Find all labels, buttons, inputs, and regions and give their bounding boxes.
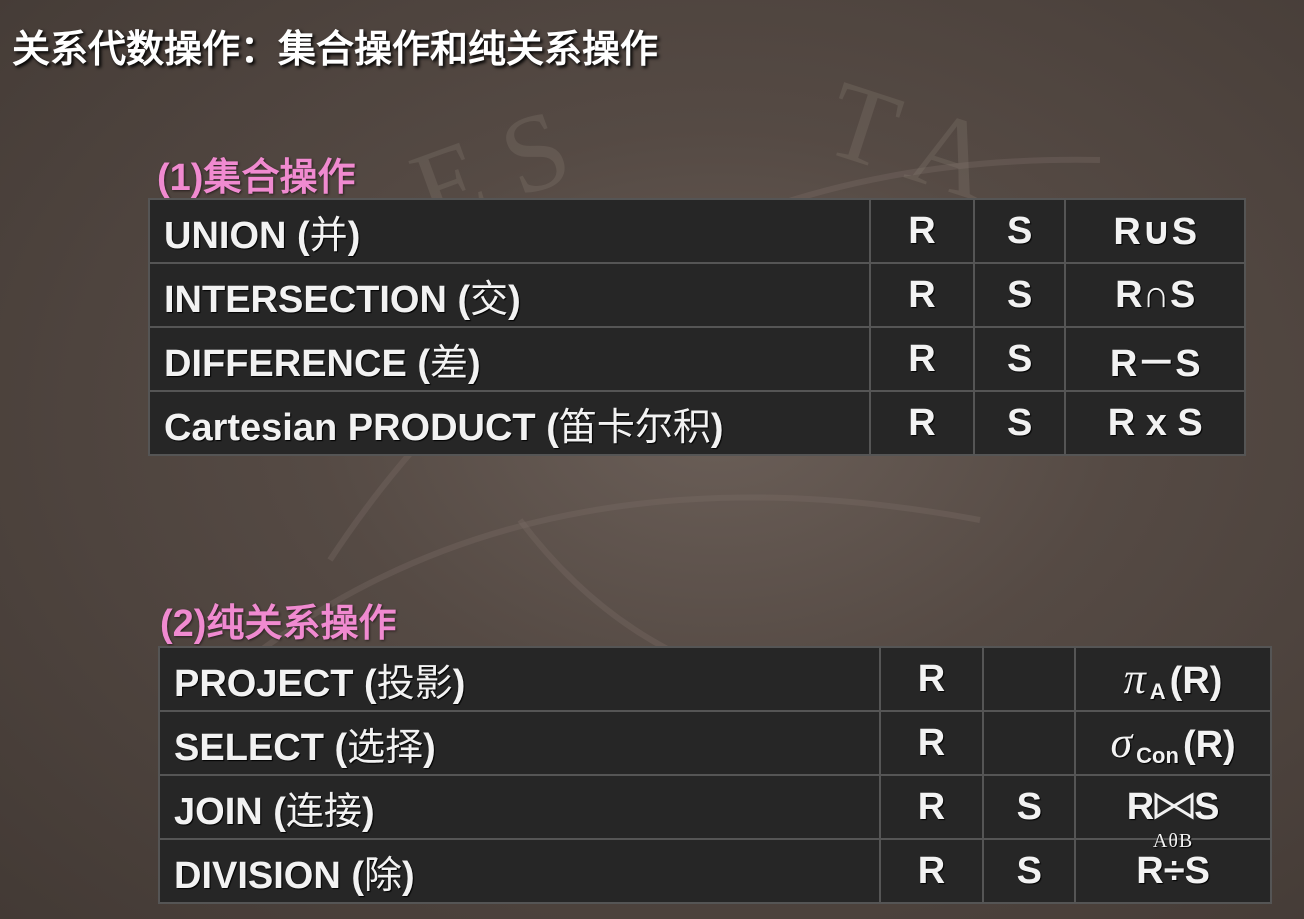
operand-a: R (869, 390, 975, 456)
table-row: DIVISION (除) R S R÷S (158, 838, 1272, 904)
operand-a: R (878, 774, 985, 840)
operand-b: S (972, 262, 1067, 328)
op-name-cell: SELECT (选择) (158, 710, 881, 776)
op-name-cell: INTERSECTION (交) (147, 262, 872, 328)
set-ops-table: UNION (并) R S R∪S INTERSECTION (交) R S R… (147, 198, 1246, 456)
op-name: DIVISION (174, 854, 341, 897)
op-zh: 交 (470, 276, 509, 321)
op-zh: 差 (430, 340, 469, 385)
op-result: R∪S (1064, 198, 1246, 264)
op-subscript: Con (1136, 743, 1179, 768)
operand-b: S (982, 838, 1077, 904)
op-result: R－S (1064, 326, 1246, 392)
op-name-cell: DIVISION (除) (158, 838, 881, 904)
op-name: INTERSECTION (164, 278, 447, 321)
op-name: JOIN (174, 790, 263, 833)
set-ops-heading: (1)集合操作 (157, 157, 356, 199)
operand-a: R (878, 710, 985, 776)
table-row: SELECT (选择) R σ Con (R) (158, 710, 1272, 776)
op-name-cell: PROJECT (投影) (158, 646, 881, 712)
sigma-symbol: σ (1110, 718, 1133, 767)
table-row: DIFFERENCE (差) R S R－S (147, 326, 1246, 392)
operand-a: R (869, 326, 975, 392)
operand-b: S (972, 390, 1067, 456)
pi-symbol: π (1123, 654, 1146, 703)
op-zh: 投影 (376, 660, 453, 705)
operand-b: S (972, 198, 1067, 264)
op-result: R∩S (1064, 262, 1246, 328)
op-arg: (R) (1169, 660, 1223, 702)
bowtie-icon (1154, 791, 1194, 820)
rel-ops-table: PROJECT (投影) R π A (R) SELECT (选择) R σ Con(… (158, 646, 1272, 904)
op-zh: 选择 (347, 724, 424, 769)
op-zh: 连接 (285, 788, 362, 833)
op-zh: 笛卡尔积 (558, 404, 711, 449)
join-expression: RS AθB (1126, 785, 1220, 852)
join-right: S (1194, 785, 1220, 828)
table-row: INTERSECTION (交) R S R∩S (147, 262, 1246, 328)
operand-b: S (982, 774, 1077, 840)
operand-a: R (878, 646, 985, 712)
table-row: Cartesian PRODUCT (笛卡尔积) R S R x S (147, 390, 1246, 456)
op-name: UNION (164, 214, 287, 257)
table-row: JOIN (连接) R S RS AθB (158, 774, 1272, 852)
op-name-cell: UNION (并) (147, 198, 872, 264)
op-name: SELECT (174, 726, 324, 769)
op-result: π A (R) (1074, 646, 1272, 712)
op-subscript: A (1149, 679, 1166, 704)
op-name: DIFFERENCE (164, 342, 407, 385)
op-arg: (R) (1182, 724, 1236, 766)
op-name-cell: Cartesian PRODUCT (笛卡尔积) (147, 390, 872, 456)
op-name-cell: JOIN (连接) (158, 774, 881, 840)
operand-a: R (869, 198, 975, 264)
operand-a: R (869, 262, 975, 328)
operand-b (982, 646, 1077, 712)
operand-b (982, 710, 1077, 776)
table-row: UNION (并) R S R∪S (147, 198, 1246, 264)
op-name: PROJECT (174, 662, 354, 705)
join-left: R (1126, 785, 1155, 828)
operand-b: S (972, 326, 1067, 392)
table-row: PROJECT (投影) R π A (R) (158, 646, 1272, 712)
op-name: Cartesian PRODUCT (164, 406, 536, 449)
rel-ops-heading: (2)纯关系操作 (160, 603, 397, 645)
op-zh: 除 (364, 852, 403, 897)
page-title: 关系代数操作：集合操作和纯关系操作 (12, 29, 659, 71)
operand-a: R (878, 838, 985, 904)
op-zh: 并 (309, 212, 348, 257)
op-result: R x S (1064, 390, 1246, 456)
op-result: σ Con (R) (1074, 710, 1272, 776)
op-name-cell: DIFFERENCE (差) (147, 326, 872, 392)
op-result: RS AθB (1074, 774, 1272, 852)
join-condition: AθB (1152, 829, 1194, 852)
